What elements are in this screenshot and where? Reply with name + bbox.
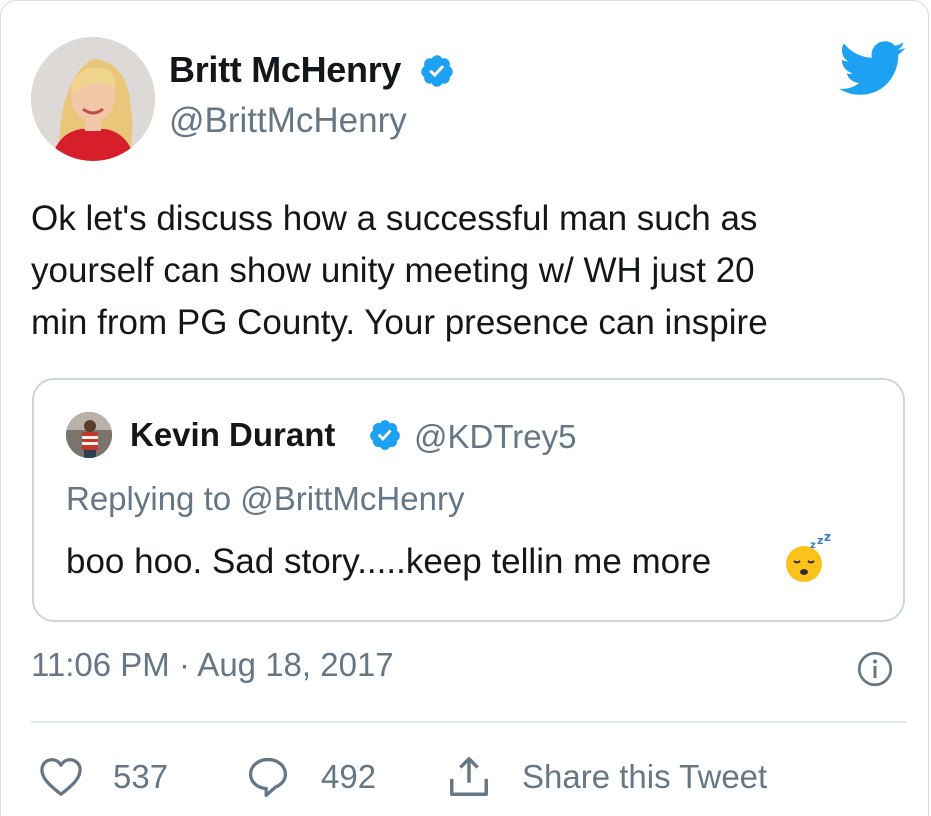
- verified-badge-icon: [370, 420, 400, 450]
- tweet-text: Ok let's discuss how a successful man su…: [31, 193, 891, 349]
- quoted-author-handle[interactable]: @KDTrey5: [414, 418, 576, 456]
- sleeping-face-icon: z z z: [786, 534, 831, 582]
- quoted-author-name[interactable]: Kevin Durant: [130, 416, 335, 454]
- heart-icon: [40, 758, 82, 796]
- reply-button[interactable]: 492: [245, 753, 376, 801]
- tweet-text-line: yourself can show unity meeting w/ WH ju…: [31, 251, 755, 290]
- tweet-card: Britt McHenry @BrittMcHenry Ok let's dis…: [0, 0, 929, 816]
- twitter-bird-icon[interactable]: [839, 41, 907, 97]
- svg-text:z: z: [810, 540, 816, 551]
- replying-to: Replying to @BrittMcHenry: [66, 480, 465, 517]
- reply-count: 492: [321, 758, 377, 795]
- tweet-text-line: min from PG County. Your presence can in…: [31, 303, 768, 342]
- author-name[interactable]: Britt McHenry: [169, 49, 401, 91]
- tweet-text-line: Ok let's discuss how a successful man su…: [31, 199, 758, 238]
- verified-badge-icon: [421, 55, 453, 87]
- quoted-tweet[interactable]: Kevin Durant @KDTrey5 Replying to @Britt…: [32, 378, 905, 622]
- divider: [31, 721, 906, 723]
- share-label: Share this Tweet: [522, 758, 768, 795]
- like-count: 537: [113, 758, 169, 795]
- svg-text:z: z: [824, 534, 831, 544]
- like-button[interactable]: 537: [39, 753, 168, 801]
- author-avatar[interactable]: [31, 37, 155, 161]
- info-icon[interactable]: [857, 651, 893, 687]
- share-icon: [450, 757, 488, 796]
- share-tweet-button[interactable]: Share this Tweet: [446, 753, 767, 801]
- tweet-timestamp[interactable]: 11:06 PM · Aug 18, 2017: [31, 646, 394, 684]
- author-handle[interactable]: @BrittMcHenry: [169, 101, 407, 141]
- reply-bubble-icon: [248, 757, 288, 797]
- quoted-tweet-text: boo hoo. Sad story.....keep tellin me mo…: [66, 542, 712, 581]
- quoted-author-avatar[interactable]: [66, 412, 112, 458]
- svg-text:z: z: [817, 534, 823, 547]
